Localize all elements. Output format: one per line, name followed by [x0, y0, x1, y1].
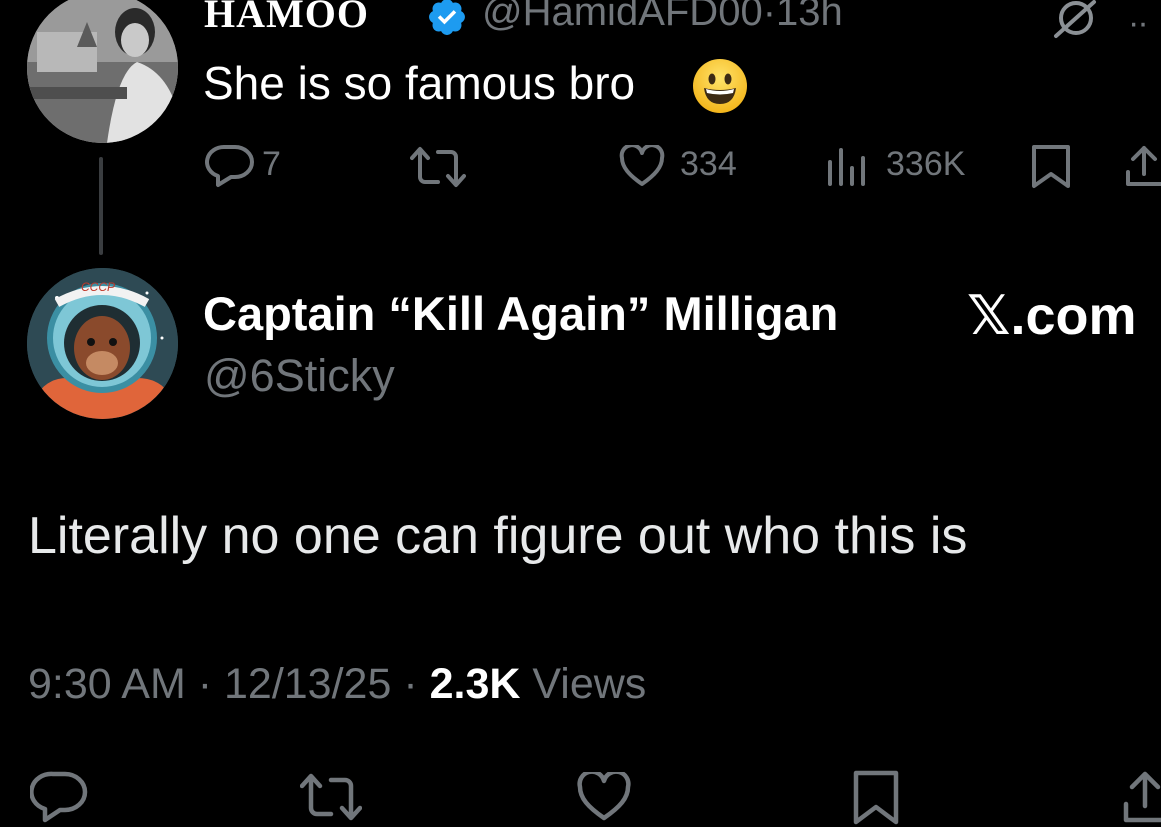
tweet-meta: 9:30 AM · 12/13/25 · 2.3K Views: [28, 660, 646, 709]
tweet-time[interactable]: 9:30 AM: [28, 660, 186, 708]
parent-time[interactable]: 13h: [776, 0, 843, 34]
reply-icon[interactable]: [205, 143, 255, 189]
share-icon[interactable]: [1122, 770, 1161, 826]
main-avatar[interactable]: CCCP: [27, 268, 178, 419]
thread-connector: [99, 157, 103, 255]
grinning-face-emoji: [692, 58, 748, 114]
views-count: 336K: [886, 145, 966, 183]
separator: ·: [762, 0, 777, 34]
bookmark-icon[interactable]: [1030, 144, 1072, 190]
main-tweet-text: Literally no one can figure out who this…: [28, 507, 968, 565]
grok-icon[interactable]: [1050, 0, 1098, 40]
retweet-icon[interactable]: [300, 772, 362, 822]
parent-avatar[interactable]: [27, 0, 178, 143]
like-icon[interactable]: [619, 145, 665, 187]
avatar-badge: CCCP: [81, 280, 116, 294]
parent-tweet-text: She is so famous bro: [203, 57, 636, 109]
views-label: Views: [520, 660, 647, 708]
parent-display-name[interactable]: HAMOO: [204, 0, 369, 37]
meta-separator: ·: [391, 660, 430, 708]
reply-count: 7: [262, 145, 281, 183]
reply-icon[interactable]: [30, 770, 88, 824]
views-icon[interactable]: [826, 146, 866, 186]
x-watermark: 𝕏.com: [967, 286, 1137, 346]
verified-icon: [426, 0, 468, 38]
parent-handle-and-time[interactable]: @HamidAFD00·13h: [482, 0, 843, 35]
main-handle[interactable]: @6Sticky: [204, 350, 395, 402]
more-icon[interactable]: ··: [1128, 4, 1149, 43]
main-display-name[interactable]: Captain “Kill Again” Milligan: [203, 286, 838, 341]
tweet-date[interactable]: 12/13/25: [224, 660, 391, 708]
meta-separator: ·: [185, 660, 224, 708]
like-icon[interactable]: [576, 772, 632, 822]
retweet-icon[interactable]: [410, 145, 466, 189]
share-icon[interactable]: [1124, 144, 1161, 190]
like-count: 334: [680, 145, 737, 183]
bookmark-icon[interactable]: [852, 770, 900, 826]
parent-handle[interactable]: @HamidAFD00: [482, 0, 763, 34]
main-views-count[interactable]: 2.3K: [430, 660, 521, 708]
